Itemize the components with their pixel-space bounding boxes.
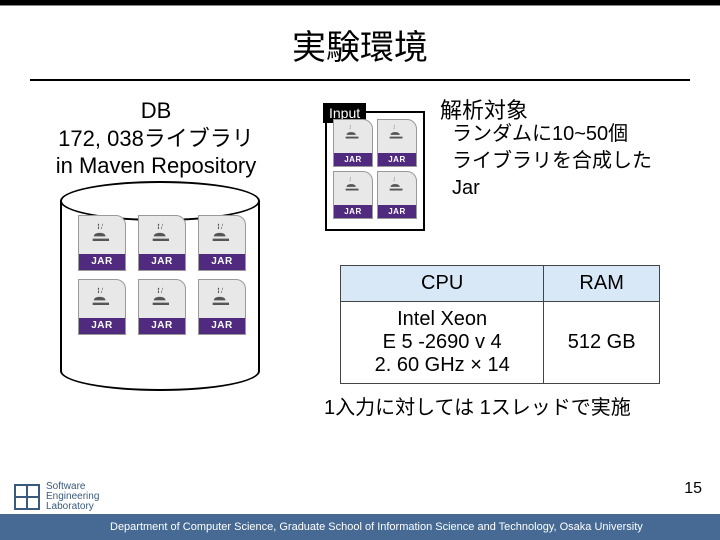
java-cup-icon <box>148 284 176 312</box>
jar-band-label: JAR <box>334 205 372 218</box>
java-cup-icon <box>386 122 408 144</box>
java-cup-icon <box>148 220 176 248</box>
cpu-header: CPU <box>341 266 544 302</box>
jar-icon: JAR <box>138 215 186 271</box>
db-count: 172, 038ライブラリ <box>36 125 276 153</box>
jar-icon: JAR <box>78 279 126 335</box>
jar-band-label: JAR <box>79 254 125 270</box>
jar-icon: JAR <box>333 171 373 219</box>
cpu-cell: Intel Xeon E 5 -2690 v 4 2. 60 GHz × 14 <box>341 302 544 384</box>
jar-icon: JAR <box>377 119 417 167</box>
analysis-target-desc: ランダムに10~50個 ライブラリを合成した Jar <box>452 121 652 202</box>
db-cylinder-icon: JAR JAR JAR JAR JAR JAR <box>60 181 260 381</box>
jar-band-label: JAR <box>139 318 185 334</box>
java-cup-icon <box>208 220 236 248</box>
desc-line: Jar <box>452 175 652 202</box>
footer-text: Department of Computer Science, Graduate… <box>110 521 643 533</box>
db-label-block: DB 172, 038ライブラリ in Maven Repository <box>36 97 276 180</box>
lab-logo-text: Software Engineering Laboratory <box>46 482 99 512</box>
jar-band-label: JAR <box>378 205 416 218</box>
spec-table: CPU RAM Intel Xeon E 5 -2690 v 4 2. 60 G… <box>340 265 660 384</box>
db-jar-grid: JAR JAR JAR JAR JAR JAR <box>78 215 248 335</box>
ram-cell: 512 GB <box>544 302 660 384</box>
java-cup-icon <box>386 174 408 196</box>
jar-band-label: JAR <box>79 318 125 334</box>
thread-note: 1入力に対しては 1スレッドで実施 <box>324 391 631 420</box>
cpu-line: 2. 60 GHz × 14 <box>351 354 533 377</box>
top-bar <box>0 0 720 6</box>
jar-band-label: JAR <box>139 254 185 270</box>
slide-body: DB 172, 038ライブラリ in Maven Repository JAR… <box>0 81 720 461</box>
jar-band-label: JAR <box>334 153 372 166</box>
page-number: 15 <box>684 480 702 498</box>
cpu-line: Intel Xeon <box>351 308 533 331</box>
ram-header: RAM <box>544 266 660 302</box>
jar-icon: JAR <box>198 279 246 335</box>
footer-bar: Department of Computer Science, Graduate… <box>0 514 720 540</box>
jar-band-label: JAR <box>199 318 245 334</box>
jar-band-label: JAR <box>378 153 416 166</box>
db-name: DB <box>36 97 276 125</box>
slide-title: 実験環境 <box>0 20 720 69</box>
input-jar-grid: JAR JAR JAR JAR <box>327 119 423 219</box>
java-cup-icon <box>88 220 116 248</box>
java-cup-icon <box>342 174 364 196</box>
jar-icon: JAR <box>138 279 186 335</box>
cpu-line: E 5 -2690 v 4 <box>351 331 533 354</box>
db-source: in Maven Repository <box>36 152 276 180</box>
logo-line: Laboratory <box>46 502 99 512</box>
jar-band-label: JAR <box>199 254 245 270</box>
jar-icon: JAR <box>377 171 417 219</box>
input-box: Input JAR JAR JAR JAR <box>325 111 425 231</box>
java-cup-icon <box>208 284 236 312</box>
jar-icon: JAR <box>78 215 126 271</box>
lab-logo: Software Engineering Laboratory <box>14 482 99 512</box>
java-cup-icon <box>342 122 364 144</box>
lab-logo-icon <box>14 484 40 510</box>
desc-line: ライブラリを合成した <box>452 148 652 175</box>
java-cup-icon <box>88 284 116 312</box>
desc-line: ランダムに10~50個 <box>452 121 652 148</box>
jar-icon: JAR <box>198 215 246 271</box>
jar-icon: JAR <box>333 119 373 167</box>
